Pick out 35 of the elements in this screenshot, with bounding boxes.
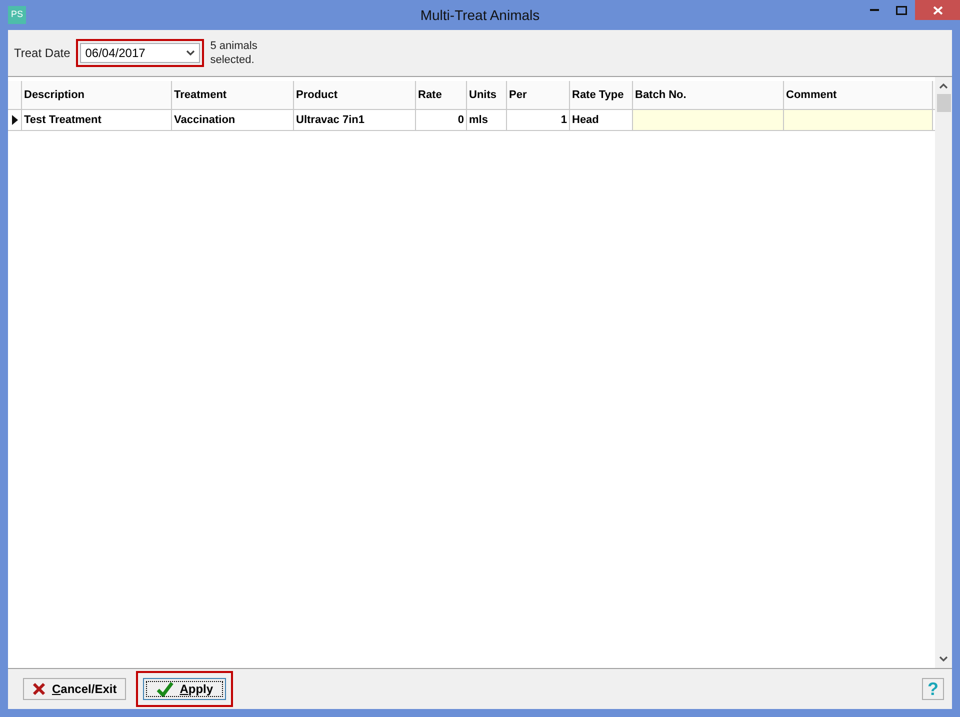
column-header[interactable]: Comment bbox=[784, 81, 933, 109]
close-button[interactable] bbox=[915, 0, 960, 20]
maximize-icon bbox=[896, 6, 907, 14]
chevron-down-icon bbox=[186, 50, 196, 56]
table-cell: Head bbox=[570, 110, 633, 130]
cancel-button[interactable]: Cancel/Exit bbox=[23, 678, 126, 700]
window-title: Multi-Treat Animals bbox=[420, 6, 540, 24]
close-icon bbox=[932, 6, 942, 14]
table-cell: Test Treatment bbox=[22, 110, 172, 130]
close-icon bbox=[32, 682, 46, 696]
column-header[interactable]: Treatment bbox=[172, 81, 294, 109]
table-cell: Ultravac 7in1 bbox=[294, 110, 416, 130]
column-header[interactable]: Per bbox=[507, 81, 570, 109]
table-cell: mls bbox=[467, 110, 507, 130]
table-cell[interactable] bbox=[633, 110, 784, 130]
app-icon: PS bbox=[8, 6, 26, 24]
apply-button[interactable]: Apply bbox=[142, 678, 226, 700]
chevron-down-icon bbox=[939, 656, 948, 662]
column-header[interactable]: Product bbox=[294, 81, 416, 109]
selection-note: 5 animals selected. bbox=[210, 39, 258, 67]
column-header[interactable]: Rate Type bbox=[570, 81, 633, 109]
column-header[interactable]: Batch No. bbox=[633, 81, 784, 109]
column-header[interactable]: Rate bbox=[416, 81, 467, 109]
field-label: Treat Date bbox=[14, 45, 70, 62]
table-cell[interactable] bbox=[784, 110, 933, 130]
row-pointer-icon bbox=[12, 115, 18, 125]
date-dropdown[interactable]: 06/04/2017 bbox=[80, 43, 200, 63]
chevron-up-icon bbox=[939, 83, 948, 89]
checkmark-icon bbox=[156, 681, 174, 697]
column-header[interactable]: Description bbox=[22, 81, 172, 109]
column-header[interactable]: Units bbox=[467, 81, 507, 109]
table-cell: Vaccination bbox=[172, 110, 294, 130]
scrollbar-thumb[interactable] bbox=[936, 94, 950, 112]
minimize-icon bbox=[870, 8, 880, 12]
vertical-scrollbar[interactable] bbox=[935, 77, 952, 668]
